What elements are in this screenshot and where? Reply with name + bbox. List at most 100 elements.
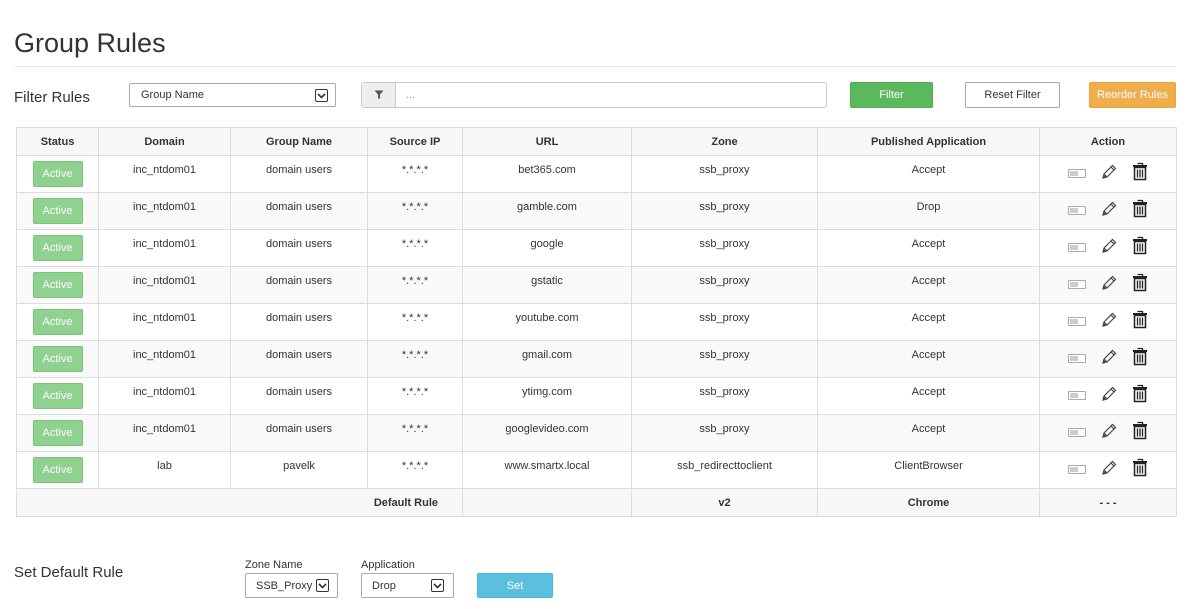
trash-icon[interactable]: [1132, 384, 1148, 406]
header-source-ip[interactable]: Source IP: [367, 127, 463, 156]
rules-table: Status Domain Group Name Source IP URL Z…: [16, 127, 1177, 517]
toggle-icon[interactable]: [1068, 279, 1086, 289]
header-url[interactable]: URL: [462, 127, 632, 156]
source-ip-cell: *.*.*.*: [367, 377, 463, 415]
funnel-icon: [362, 83, 396, 107]
trash-icon[interactable]: [1132, 310, 1148, 332]
group-name-cell: domain users: [230, 377, 368, 415]
pencil-icon[interactable]: [1100, 311, 1118, 332]
domain-cell: lab: [98, 451, 231, 489]
status-active-button[interactable]: Active: [32, 161, 83, 187]
toggle-icon[interactable]: [1068, 427, 1086, 437]
pencil-icon[interactable]: [1100, 274, 1118, 295]
published-application-cell: Accept: [817, 229, 1040, 267]
pencil-icon[interactable]: [1100, 200, 1118, 221]
reorder-rules-button[interactable]: Reorder Rules: [1089, 82, 1176, 108]
published-application-cell: Accept: [817, 377, 1040, 415]
status-cell: Active: [16, 377, 99, 415]
toggle-icon[interactable]: [1068, 316, 1086, 326]
action-cell: [1039, 451, 1177, 489]
header-group-name[interactable]: Group Name: [230, 127, 368, 156]
filter-field-value: Group Name: [141, 89, 204, 101]
url-cell: ytimg.com: [462, 377, 632, 415]
domain-cell: inc_ntdom01: [98, 229, 231, 267]
application-value: Drop: [372, 580, 396, 592]
trash-icon[interactable]: [1132, 162, 1148, 184]
filter-search-input[interactable]: ...: [406, 89, 415, 101]
header-action: Action: [1039, 127, 1177, 156]
header-zone[interactable]: Zone: [631, 127, 818, 156]
header-domain[interactable]: Domain: [98, 127, 231, 156]
pencil-icon[interactable]: [1100, 163, 1118, 184]
source-ip-cell: *.*.*.*: [367, 266, 463, 304]
default-rule-label: Default Rule: [16, 488, 463, 517]
trash-icon[interactable]: [1132, 421, 1148, 443]
action-cell: [1039, 155, 1177, 193]
status-active-button[interactable]: Active: [32, 272, 83, 298]
application-label: Application: [361, 559, 415, 571]
group-name-cell: domain users: [230, 192, 368, 230]
header-status[interactable]: Status: [16, 127, 99, 156]
status-cell: Active: [16, 303, 99, 341]
filter-rules-label: Filter Rules: [14, 89, 90, 106]
published-application-cell: Drop: [817, 192, 1040, 230]
trash-icon[interactable]: [1132, 347, 1148, 369]
table-header-row: Status Domain Group Name Source IP URL Z…: [16, 127, 1177, 156]
zone-name-select[interactable]: SSB_Proxy: [245, 573, 338, 598]
group-name-cell: domain users: [230, 229, 368, 267]
default-rule-zone: v2: [631, 488, 818, 517]
action-cell: [1039, 303, 1177, 341]
default-rule-url: [462, 488, 632, 517]
table-row: Active lab pavelk *.*.*.* www.smartx.local ss…: [16, 451, 1177, 489]
filter-button[interactable]: Filter: [850, 82, 933, 108]
application-select[interactable]: Drop: [361, 573, 454, 598]
status-active-button[interactable]: Active: [32, 309, 83, 335]
status-active-button[interactable]: Active: [32, 420, 83, 446]
page-title: Group Rules: [14, 28, 166, 58]
table-row: Active inc_ntdom01 domain users *.*.*.* gmai…: [16, 340, 1177, 378]
published-application-cell: Accept: [817, 340, 1040, 378]
pencil-icon[interactable]: [1100, 385, 1118, 406]
toggle-icon[interactable]: [1068, 464, 1086, 474]
pencil-icon[interactable]: [1100, 459, 1118, 480]
action-cell: [1039, 377, 1177, 415]
group-name-cell: domain users: [230, 340, 368, 378]
default-rule-app: Chrome: [817, 488, 1040, 517]
reset-filter-button[interactable]: Reset Filter: [965, 82, 1060, 108]
action-cell: [1039, 414, 1177, 452]
trash-icon[interactable]: [1132, 458, 1148, 480]
group-name-cell: domain users: [230, 414, 368, 452]
zone-cell: ssb_proxy: [631, 377, 818, 415]
header-published-application[interactable]: Published Application: [817, 127, 1040, 156]
action-cell: [1039, 340, 1177, 378]
status-cell: Active: [16, 451, 99, 489]
toggle-icon[interactable]: [1068, 242, 1086, 252]
group-name-cell: pavelk: [230, 451, 368, 489]
trash-icon[interactable]: [1132, 273, 1148, 295]
filter-search[interactable]: ...: [361, 82, 827, 108]
zone-cell: ssb_proxy: [631, 192, 818, 230]
trash-icon[interactable]: [1132, 236, 1148, 258]
status-active-button[interactable]: Active: [32, 235, 83, 261]
title-divider: [14, 66, 1176, 67]
table-row: Active inc_ntdom01 domain users *.*.*.* yout…: [16, 303, 1177, 341]
pencil-icon[interactable]: [1100, 422, 1118, 443]
status-active-button[interactable]: Active: [32, 457, 83, 483]
group-name-cell: domain users: [230, 266, 368, 304]
trash-icon[interactable]: [1132, 199, 1148, 221]
pencil-icon[interactable]: [1100, 237, 1118, 258]
status-active-button[interactable]: Active: [32, 383, 83, 409]
set-button[interactable]: Set: [477, 573, 553, 598]
toggle-icon[interactable]: [1068, 390, 1086, 400]
default-rule-action: - - -: [1039, 488, 1177, 517]
filter-field-select[interactable]: Group Name: [129, 83, 336, 107]
toggle-icon[interactable]: [1068, 168, 1086, 178]
zone-cell: ssb_proxy: [631, 229, 818, 267]
toggle-icon[interactable]: [1068, 205, 1086, 215]
pencil-icon[interactable]: [1100, 348, 1118, 369]
table-row: Active inc_ntdom01 domain users *.*.*.* gsta…: [16, 266, 1177, 304]
toggle-icon[interactable]: [1068, 353, 1086, 363]
set-default-rule-label: Set Default Rule: [14, 564, 124, 581]
status-active-button[interactable]: Active: [32, 346, 83, 372]
status-active-button[interactable]: Active: [32, 198, 83, 224]
